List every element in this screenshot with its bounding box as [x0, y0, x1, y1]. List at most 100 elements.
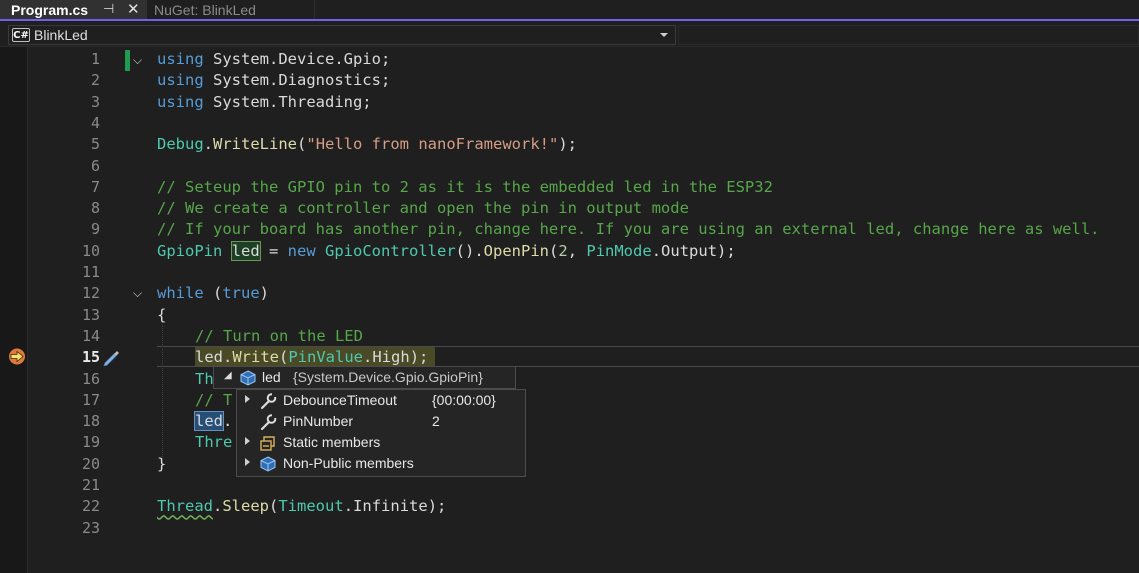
line-number: 1 [90, 50, 100, 68]
punct: . [213, 497, 223, 516]
code-line-23[interactable]: 23 [0, 518, 1139, 539]
code-line-8[interactable]: 8 // We create a controller and open the… [0, 198, 1139, 219]
code-line-12[interactable]: 12 while (true) [0, 283, 1139, 304]
method-name: OpenPin [483, 241, 549, 260]
code-line-5[interactable]: 5 Debug.WriteLine("Hello from nanoFramew… [0, 134, 1139, 155]
code-line-22[interactable]: 22 Thread.Sleep(Timeout.Infinite); [0, 496, 1139, 517]
member-value[interactable]: 2 [432, 413, 440, 429]
code-line-7[interactable]: 7 // Seteup the GPIO pin to 2 as it is t… [0, 177, 1139, 198]
code-line-20[interactable]: 20 } [0, 454, 1139, 475]
datatip-members: DebounceTimeout {00:00:00} PinNumber 2 S… [236, 389, 526, 477]
code-line-18[interactable]: 18 led. [0, 411, 1139, 432]
line-number: 2 [90, 71, 100, 90]
code-line-15-current[interactable]: 15 led.Write(PinValue.High); [0, 347, 1139, 368]
brace: { [157, 305, 167, 324]
line-number: 3 [90, 92, 100, 111]
code-line-3[interactable]: 3 using System.Threading; [0, 92, 1139, 113]
member-value[interactable]: {00:00:00} [432, 392, 496, 408]
code-line-17[interactable]: 17 // T [0, 390, 1139, 411]
enum-member: High [372, 348, 410, 367]
code-line-9[interactable]: 9 // If your board has another pin, chan… [0, 219, 1139, 240]
code-text: System.Diagnostics; [203, 71, 391, 90]
punct: ( [269, 497, 279, 516]
punct: (). [455, 241, 484, 260]
punct: ); [717, 241, 736, 260]
keyword: using [157, 50, 204, 68]
csharp-project-icon: C# [12, 28, 30, 42]
punct: ( [203, 284, 223, 303]
code-line-6[interactable]: 6 [0, 156, 1139, 177]
type-name: GpioController [325, 241, 456, 260]
code-line-4[interactable]: 4 [0, 113, 1139, 134]
code-line-11[interactable]: 11 [0, 262, 1139, 283]
datatip-header[interactable]: ◢ led {System.Device.Gpio.GpioPin} [213, 366, 516, 389]
keyword: true [222, 284, 260, 303]
variable-led-highlight[interactable]: led [230, 240, 261, 261]
variable-led[interactable]: led [195, 348, 223, 366]
punct: . [223, 348, 233, 367]
wrench-icon [260, 393, 277, 410]
string-literal: "Hello from nanoFramework!" [306, 135, 559, 154]
chevron-down-icon[interactable] [660, 33, 668, 37]
member-name: Static members [283, 434, 381, 450]
comment: // We create a controller and open the p… [157, 199, 689, 218]
tab-nuget-blinkled[interactable]: NuGet: BlinkLed [147, 0, 315, 19]
close-icon[interactable]: ✕ [127, 0, 140, 18]
code-line-10[interactable]: 10 GpioPin led = new GpioController().Op… [0, 240, 1139, 262]
pin-icon[interactable]: ⊣ [103, 1, 114, 17]
line-number: 5 [90, 135, 100, 154]
datatip-row-pinnumber[interactable]: PinNumber 2 [237, 411, 525, 432]
method-name: WriteLine [213, 135, 298, 154]
line-number: 19 [81, 433, 100, 452]
keyword: while [157, 284, 204, 303]
code-line-21[interactable]: 21 [0, 475, 1139, 496]
line-number: 12 [81, 284, 100, 303]
tab-accent-line [0, 19, 1139, 21]
member-dropdown[interactable] [678, 25, 1139, 45]
code-line-16[interactable]: 16 Thr [0, 369, 1139, 390]
line-number: 6 [90, 156, 100, 175]
code-line-13[interactable]: 13 { [0, 305, 1139, 326]
line-number: 21 [81, 476, 100, 494]
line-number: 18 [81, 412, 100, 431]
datatip-row-static-members[interactable]: Static members [237, 432, 525, 453]
type-name: Debug [157, 135, 204, 154]
project-name: BlinkLed [34, 27, 88, 43]
datatip-row-non-public-members[interactable]: Non-Public members [237, 453, 525, 474]
member-name: Infinite [353, 497, 428, 516]
keyword: using [157, 92, 204, 111]
code-line-19[interactable]: 19 Thre [0, 432, 1139, 453]
object-icon [240, 370, 256, 386]
code-line-1[interactable]: 1 using System.Device.Gpio; [0, 49, 1139, 70]
enum-member: Output [661, 241, 718, 260]
tab-program-cs[interactable]: Program.cs ⊣ ✕ [0, 0, 147, 19]
type-name: Thre [195, 433, 233, 452]
code-line-2[interactable]: 2 using System.Diagnostics; [0, 70, 1139, 91]
expand-triangle-icon[interactable] [245, 395, 250, 403]
line-number: 11 [81, 263, 100, 281]
expand-triangle-icon[interactable] [245, 437, 250, 445]
line-number: 9 [90, 220, 100, 239]
line-number: 17 [81, 390, 100, 409]
line-number: 23 [81, 518, 100, 537]
punct: ); [558, 135, 577, 154]
brace: } [157, 454, 167, 473]
code-editor[interactable]: ⌵ ⌵ 1 using System.Device.Gpio; 2 using … [0, 47, 1139, 573]
punct: . [651, 241, 662, 260]
type-name: GpioPin [157, 241, 223, 260]
project-dropdown[interactable]: C# BlinkLed [8, 25, 676, 45]
method-name: Sleep [222, 497, 270, 516]
tab-label: NuGet: BlinkLed [154, 1, 256, 18]
collapse-triangle-icon[interactable]: ◢ [224, 370, 232, 381]
expand-triangle-icon[interactable] [245, 458, 250, 466]
line-number: 14 [81, 326, 100, 345]
line-number: 4 [90, 113, 100, 132]
punct: ); [427, 497, 447, 516]
variable-led-selected[interactable]: led [194, 411, 224, 432]
code-text: System.Threading; [203, 92, 372, 111]
line-number: 13 [81, 305, 100, 324]
type-name: PinMode [586, 241, 652, 260]
code-line-14[interactable]: 14 // Turn on the LED [0, 326, 1139, 347]
datatip-row-debouncetimeout[interactable]: DebounceTimeout {00:00:00} [237, 390, 525, 411]
type-name: Thread [157, 497, 213, 516]
